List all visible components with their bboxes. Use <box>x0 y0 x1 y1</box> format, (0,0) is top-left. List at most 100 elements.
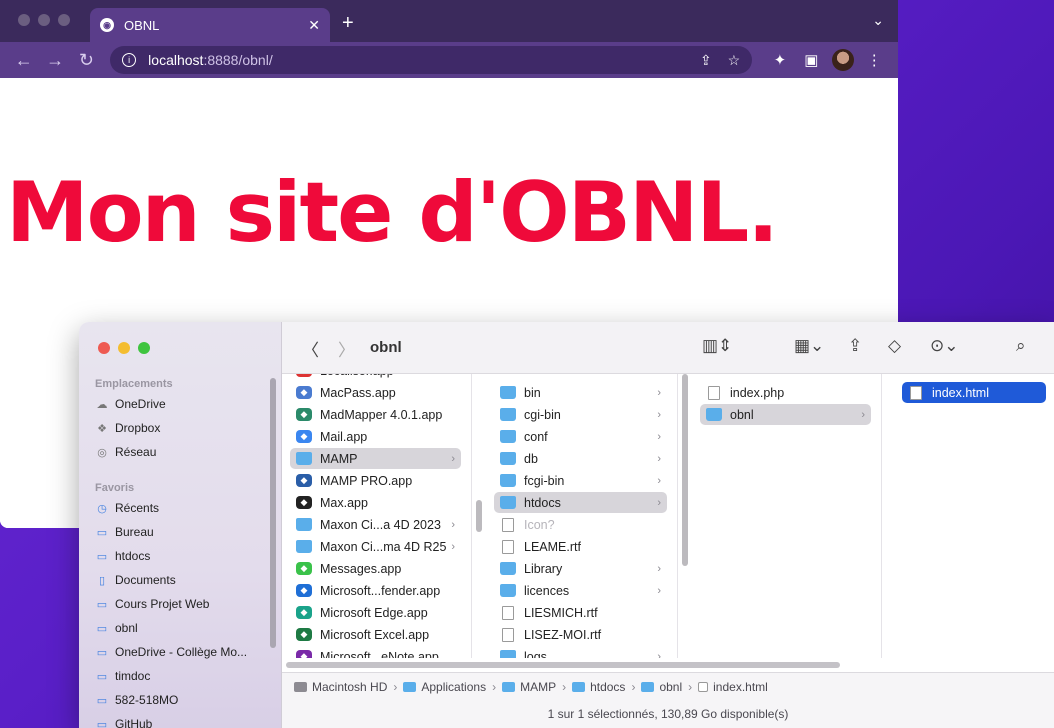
file-item[interactable]: LIESMICH.rtf <box>494 602 667 623</box>
file-item[interactable]: index.php <box>700 382 871 403</box>
item-label: licences <box>524 583 570 598</box>
folder-item[interactable]: licences › <box>494 580 667 601</box>
folder-item[interactable]: conf › <box>494 426 667 447</box>
file-item[interactable]: ◆ Mail.app <box>290 426 461 447</box>
file-item[interactable]: ◆ MadMapper 4.0.1.app <box>290 404 461 425</box>
document-icon <box>502 539 514 554</box>
file-item[interactable]: ◆ Microsoft Excel.app <box>290 624 461 645</box>
minimize-window-button[interactable] <box>38 14 50 26</box>
sidebar-item-label: OneDrive <box>115 397 166 411</box>
extensions-puzzle-icon[interactable]: ✦ <box>764 51 795 69</box>
folder-item[interactable]: MAMP › <box>290 448 461 469</box>
column-obnl: index.html <box>894 374 1054 658</box>
folder-item[interactable]: obnl › <box>700 404 871 425</box>
reload-button[interactable]: ↻ <box>71 50 102 71</box>
folder-item[interactable]: htdocs › <box>494 492 667 513</box>
sidebar-item-bureau[interactable]: ▭ Bureau <box>95 522 154 542</box>
more-actions-icon[interactable]: ⊙⌄ <box>930 336 959 356</box>
folder-item[interactable]: Maxon Ci...ma 4D R25 › <box>290 536 461 557</box>
file-item[interactable]: ◆ Messages.app <box>290 558 461 579</box>
chevron-right-icon: › <box>657 452 661 465</box>
finder-zoom-button[interactable] <box>138 342 150 354</box>
folder-icon <box>500 496 516 509</box>
file-item[interactable]: ◆ Microsoft...eNote.app <box>290 646 461 658</box>
profile-avatar[interactable] <box>832 49 854 71</box>
file-item[interactable]: Icon? <box>494 514 667 535</box>
tab-obnl[interactable]: ◉ OBNL ✕ <box>90 8 330 42</box>
folder-icon <box>500 452 516 465</box>
share-icon[interactable]: ⇪ <box>848 336 862 356</box>
column1-scrollbar[interactable] <box>476 500 482 532</box>
file-item[interactable]: LISEZ-MOI.rtf <box>494 624 667 645</box>
file-item[interactable]: ◆ MacPass.app <box>290 382 461 403</box>
bookmark-star-icon[interactable]: ☆ <box>728 52 741 69</box>
new-tab-button[interactable]: + <box>342 12 354 35</box>
back-button[interactable]: ← <box>8 50 39 71</box>
file-item[interactable]: ◆ Max.app <box>290 492 461 513</box>
sidebar-item-r-seau[interactable]: ◎ Réseau <box>95 442 156 462</box>
folder-item[interactable]: bin › <box>494 382 667 403</box>
file-item[interactable]: index.html <box>902 382 1046 403</box>
sidebar-item-timdoc[interactable]: ▭ timdoc <box>95 666 151 686</box>
folder-item[interactable]: fcgi-bin › <box>494 470 667 491</box>
chevron-right-icon: › <box>657 430 661 443</box>
file-item[interactable]: LEAME.rtf <box>494 536 667 557</box>
back-chevron-icon[interactable]: 〈 <box>302 336 319 361</box>
horizontal-scrollbar[interactable] <box>286 662 840 668</box>
zoom-window-button[interactable] <box>58 14 70 26</box>
item-label: obnl <box>730 407 754 422</box>
sidebar-item-r-cents[interactable]: ◷ Récents <box>95 498 159 518</box>
forward-button[interactable]: → <box>39 50 70 71</box>
file-item[interactable]: ◆ Microsoft...fender.app <box>290 580 461 601</box>
document-icon <box>698 681 709 692</box>
side-panel-icon[interactable]: ▣ <box>796 51 827 69</box>
file-item[interactable]: ◆ Localisor.app <box>290 374 461 381</box>
folder-item[interactable]: Maxon Ci...a 4D 2023 › <box>290 514 461 535</box>
tag-icon[interactable]: ◇ <box>888 336 901 356</box>
column-view-icon[interactable]: ▥⇕ <box>702 336 732 356</box>
browser-toolbar: ← → ↻ i localhost:8888/obnl/ ⇪ ☆ ✦ ▣ ⋮ <box>0 42 898 78</box>
column2-scrollbar[interactable] <box>682 374 688 566</box>
item-label: Microsoft Excel.app <box>320 627 430 642</box>
path-segment[interactable]: index.html <box>713 680 768 694</box>
folder-item[interactable]: db › <box>494 448 667 469</box>
close-window-button[interactable] <box>18 14 30 26</box>
share-icon[interactable]: ⇪ <box>700 52 712 69</box>
group-view-icon[interactable]: ▦⌄ <box>794 336 824 356</box>
tab-search-chevron-icon[interactable]: ⌄ <box>872 12 884 29</box>
sidebar-item-label: Bureau <box>115 525 154 539</box>
path-segment[interactable]: htdocs <box>590 680 625 694</box>
site-info-icon[interactable]: i <box>122 53 137 67</box>
sidebar-item-htdocs[interactable]: ▭ htdocs <box>95 546 151 566</box>
file-item[interactable]: ◆ Microsoft Edge.app <box>290 602 461 623</box>
path-segment[interactable]: Macintosh HD <box>312 680 387 694</box>
address-bar[interactable]: i localhost:8888/obnl/ ⇪ ☆ <box>110 46 753 74</box>
sidebar-item-obnl[interactable]: ▭ obnl <box>95 618 138 638</box>
sidebar-item-cours-projet-web[interactable]: ▭ Cours Projet Web <box>95 594 210 614</box>
forward-chevron-icon[interactable]: 〉 <box>338 336 355 361</box>
sidebar-item-documents[interactable]: ▯ Documents <box>95 570 176 590</box>
sidebar-item-582-518mo[interactable]: ▭ 582-518MO <box>95 690 179 710</box>
finder-toolbar: 〈 〉 obnl ▥⇕ ▦⌄ ⇪ ◇ ⊙⌄ ⌕ <box>282 322 1054 374</box>
sidebar-item-dropbox[interactable]: ❖ Dropbox <box>95 418 160 438</box>
finder-sidebar: Emplacements ☁ OneDrive ❖ Dropbox ◎ Réseau Fa… <box>79 322 282 728</box>
search-icon[interactable]: ⌕ <box>1016 336 1026 356</box>
sidebar-item-github[interactable]: ▭ GitHub <box>95 714 153 728</box>
path-segment[interactable]: MAMP <box>520 680 556 694</box>
column-applications: ◆ Localisor.app ◆ MacPass.app ◆ MadMapper 4.0… <box>282 374 472 658</box>
folder-item[interactable]: cgi-bin › <box>494 404 667 425</box>
folder-icon <box>296 452 312 465</box>
folder-item[interactable]: logs › <box>494 646 667 658</box>
finder-minimize-button[interactable] <box>118 342 130 354</box>
path-segment[interactable]: obnl <box>659 680 682 694</box>
folder-item[interactable]: Library › <box>494 558 667 579</box>
sidebar-item-onedrive[interactable]: ☁ OneDrive <box>95 394 166 414</box>
finder-close-button[interactable] <box>98 342 110 354</box>
sidebar-scrollbar[interactable] <box>270 378 276 648</box>
folder-icon: ▭ <box>96 598 108 611</box>
tab-close-icon[interactable]: ✕ <box>308 17 320 34</box>
path-segment[interactable]: Applications <box>421 680 486 694</box>
more-menu-icon[interactable]: ⋮ <box>859 51 890 69</box>
file-item[interactable]: ◆ MAMP PRO.app <box>290 470 461 491</box>
sidebar-item-onedrive-coll-ge-mo[interactable]: ▭ OneDrive - Collège Mo... <box>95 642 247 662</box>
